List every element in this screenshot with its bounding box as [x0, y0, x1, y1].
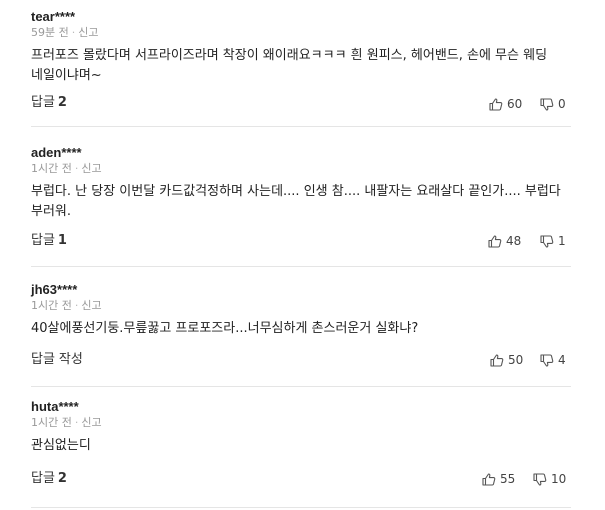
reply-button[interactable]: 답글 작성	[31, 353, 83, 367]
like-count: 50	[508, 353, 524, 367]
meta-separator: ·	[74, 299, 79, 312]
comment-text: 프러포즈 몰랐다며 서프라이즈라며 착장이 왜이래요ㅋㅋㅋ 흰 원피스, 헤어밴…	[31, 48, 548, 83]
like-count: 48	[506, 234, 522, 248]
thumbs-down-icon	[540, 353, 554, 367]
like-button[interactable]: 50	[490, 353, 523, 367]
comment-meta: 1시간 전 · 신고	[31, 162, 102, 175]
comment-divider	[31, 126, 571, 127]
comment-author[interactable]: huta****	[31, 400, 79, 414]
comment-author[interactable]: aden****	[31, 146, 82, 160]
comment-time: 1시간 전	[31, 162, 72, 175]
report-link[interactable]: 신고	[81, 416, 101, 429]
reply-count: 2	[57, 95, 67, 110]
reply-button[interactable]: 답글 1	[31, 234, 67, 248]
reply-label: 답글	[31, 471, 55, 486]
like-button[interactable]: 48	[488, 234, 521, 248]
thumbs-up-icon	[490, 353, 504, 367]
dislike-button[interactable]: 1	[540, 234, 566, 248]
thumbs-up-icon	[489, 97, 503, 111]
report-link[interactable]: 신고	[78, 26, 98, 39]
meta-separator: ·	[74, 162, 79, 175]
dislike-count: 0	[558, 97, 566, 111]
comment-meta: 1시간 전 · 신고	[31, 299, 102, 312]
reply-count: 1	[57, 233, 67, 248]
dislike-button[interactable]: 10	[533, 472, 566, 486]
dislike-button[interactable]: 4	[540, 353, 566, 367]
like-button[interactable]: 55	[482, 472, 515, 486]
like-count: 55	[500, 472, 516, 486]
comment-text: 관심없는디	[31, 438, 91, 453]
comment-author[interactable]: tear****	[31, 10, 75, 24]
reply-button[interactable]: 답글 2	[31, 96, 67, 110]
comment-meta: 1시간 전 · 신고	[31, 416, 102, 429]
dislike-count: 10	[551, 472, 567, 486]
comment-text: 부럽다. 난 당장 이번달 카드값걱정하며 사는데.... 인생 참.... 내…	[31, 184, 561, 219]
comment-time: 1시간 전	[31, 299, 72, 312]
reply-label: 답글	[31, 233, 55, 248]
reply-label: 답글	[31, 352, 55, 367]
dislike-button[interactable]: 0	[540, 97, 566, 111]
comment-time: 59분 전	[31, 26, 69, 39]
like-button[interactable]: 60	[489, 97, 522, 111]
comment-author[interactable]: jh63****	[31, 283, 77, 297]
thumbs-down-icon	[533, 472, 547, 486]
meta-separator: ·	[74, 416, 79, 429]
report-link[interactable]: 신고	[81, 299, 101, 312]
thumbs-up-icon	[482, 472, 496, 486]
report-link[interactable]: 신고	[81, 162, 101, 175]
write-reply-label: 작성	[58, 352, 83, 367]
meta-separator: ·	[71, 26, 76, 39]
reply-count: 2	[57, 471, 67, 486]
like-count: 60	[507, 97, 523, 111]
comment-divider	[31, 386, 571, 387]
dislike-count: 1	[558, 234, 566, 248]
reply-button[interactable]: 답글 2	[31, 472, 67, 486]
comment-divider	[31, 507, 571, 508]
comment-meta: 59분 전 · 신고	[31, 26, 98, 39]
thumbs-down-icon	[540, 97, 554, 111]
comment-text: 40살에풍선기둥.무릎꿇고 프로포즈라...너무심하게 촌스러운거 실화냐?	[31, 321, 419, 336]
thumbs-down-icon	[540, 234, 554, 248]
comment-divider	[31, 266, 571, 267]
thumbs-up-icon	[488, 234, 502, 248]
dislike-count: 4	[558, 353, 566, 367]
reply-label: 답글	[31, 95, 55, 110]
comment-time: 1시간 전	[31, 416, 72, 429]
comment-list: tear**** 59분 전 · 신고 프러포즈 몰랐다며 서프라이즈라며 착장이 …	[0, 0, 605, 510]
